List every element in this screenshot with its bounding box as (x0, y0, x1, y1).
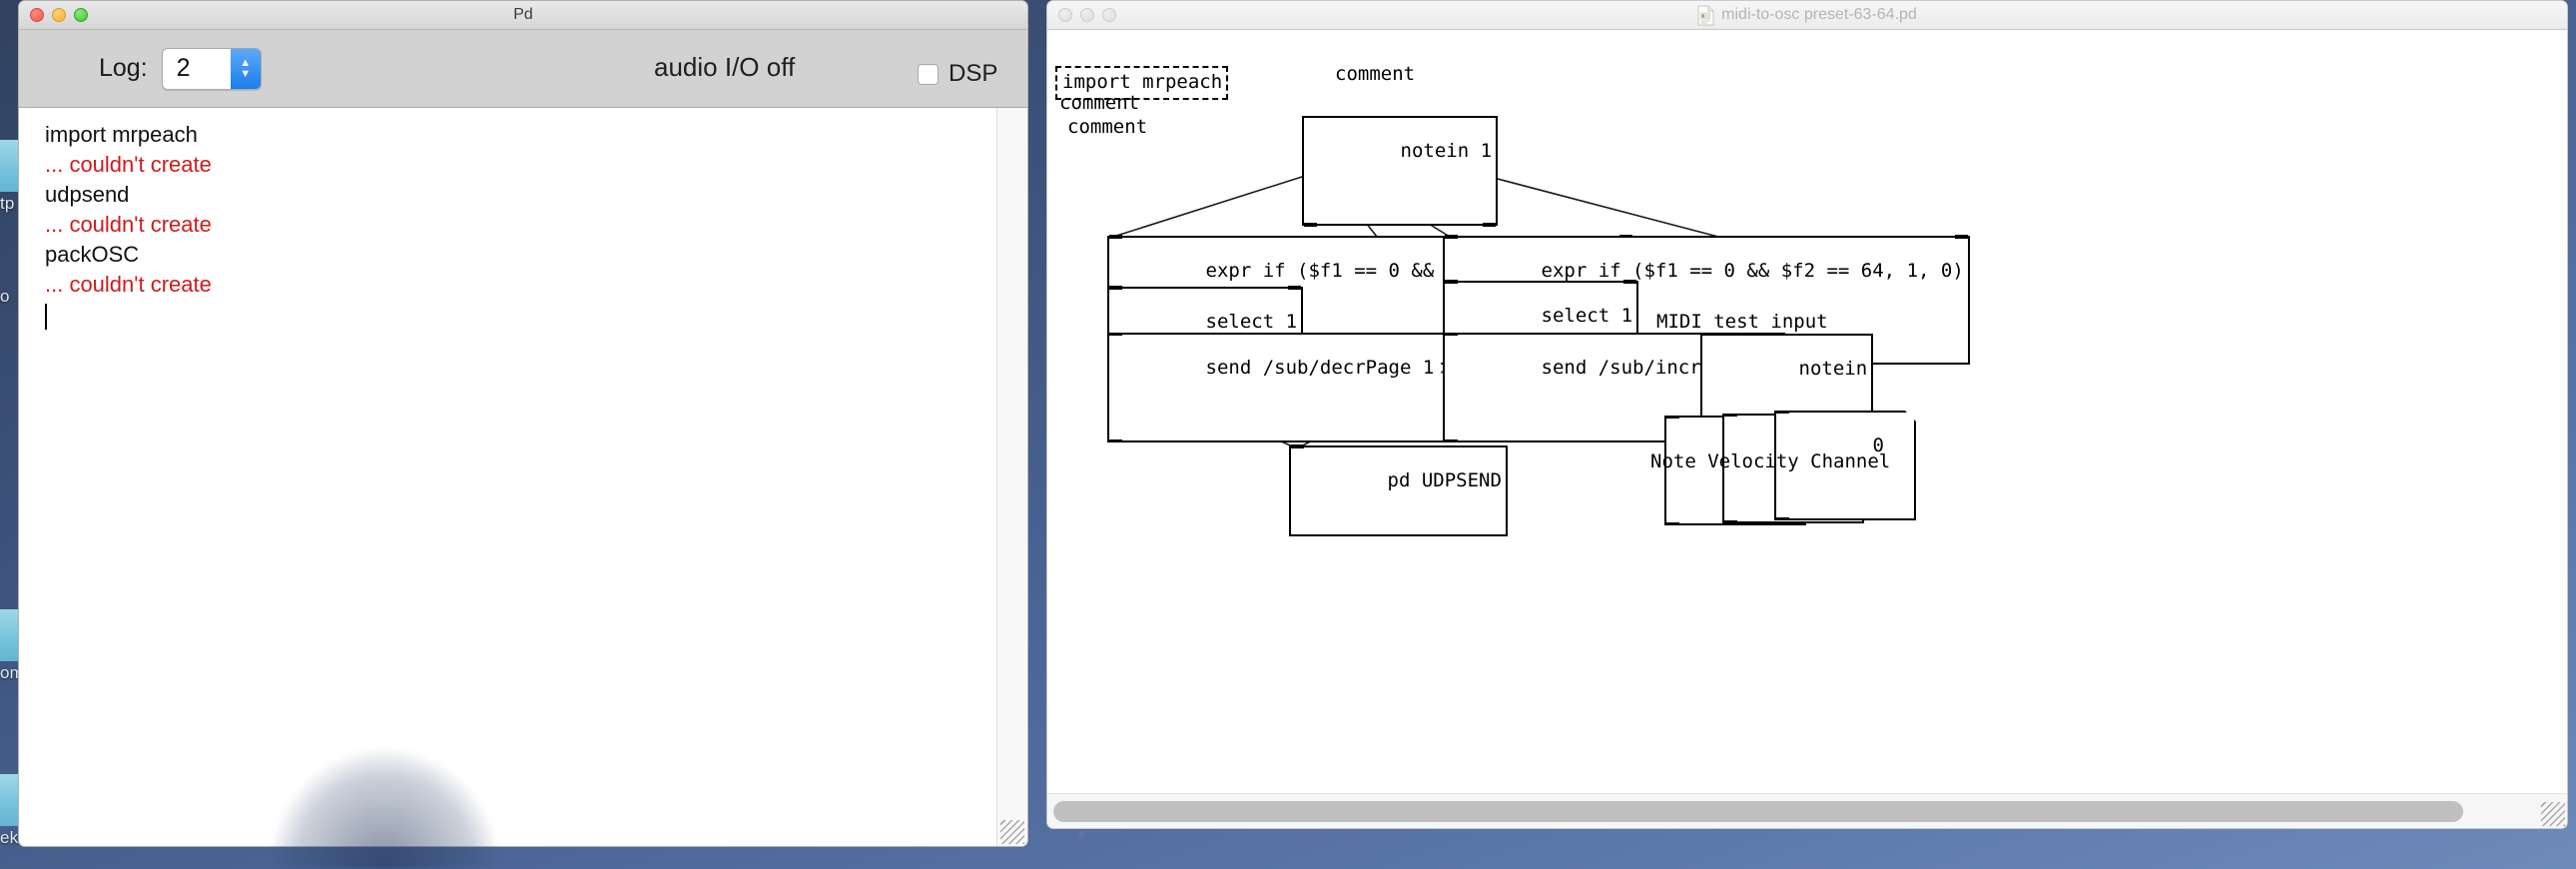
pd-message-send-decr-page[interactable]: send /sub/decrPage 1 (1107, 333, 1450, 442)
chevron-down-icon[interactable]: ▼ (240, 68, 251, 79)
inlet-nub[interactable] (1954, 235, 1968, 239)
inlet-nub[interactable] (1291, 444, 1304, 448)
pd-patch-canvas[interactable]: import mrpeach comment comment comment n… (1046, 30, 2568, 793)
chevron-up-icon[interactable]: ▲ (240, 57, 251, 68)
pd-console-body: import mrpeach ... couldn't create udpse… (18, 108, 1028, 847)
dsp-label: DSP (949, 60, 998, 87)
outlet-nub[interactable] (1109, 439, 1122, 443)
pd-patch-title: midi-to-osc preset-63-64.pd (1721, 6, 1917, 23)
inlet-nub[interactable] (1445, 280, 1458, 284)
pd-console-title: Pd (513, 6, 533, 23)
pd-message-label: send /sub/decrPage 1 (1205, 357, 1435, 379)
log-line-error: ... couldn't create (45, 212, 212, 237)
log-line: packOSC (45, 242, 140, 267)
pd-patch-window: midi-to-osc preset-63-64.pd import mrpea… (1046, 0, 2568, 829)
inlet-nub[interactable] (1109, 286, 1122, 290)
text-caret (45, 304, 47, 330)
audio-io-status: audio I/O off (654, 52, 796, 82)
patch-horizontal-scrollbar[interactable] (1046, 793, 2568, 829)
pd-console-log[interactable]: import mrpeach ... couldn't create udpse… (19, 108, 1027, 330)
dsp-checkbox[interactable] (918, 63, 939, 85)
desktop-icon-label: o (0, 287, 10, 306)
pd-object-notein-1[interactable]: notein 1 (1302, 116, 1499, 227)
resize-grip-icon[interactable] (2541, 802, 2565, 826)
zoom-button[interactable] (1102, 8, 1116, 22)
log-level-arrows[interactable]: ▲ ▼ (230, 48, 261, 89)
log-line: udpsend (45, 182, 130, 207)
pd-comment-third[interactable]: comment (1067, 118, 1147, 137)
inlet-nub[interactable] (1109, 235, 1122, 239)
pd-comment-top[interactable]: comment (1335, 65, 1415, 84)
zoom-button[interactable] (74, 8, 88, 22)
console-vertical-scrollbar[interactable] (996, 108, 1026, 846)
window-controls (30, 8, 88, 22)
pd-console-titlebar[interactable]: Pd (18, 0, 1028, 30)
desktop-background: tp o om ek Pd Log: 2 ▲ ▼ audio I/O off D… (0, 0, 2576, 869)
inlet-nub[interactable] (1288, 286, 1302, 290)
pd-console-window: Pd Log: 2 ▲ ▼ audio I/O off DSP import m… (18, 0, 1028, 847)
minimize-button[interactable] (1080, 8, 1094, 22)
pd-comment-second[interactable]: comment (1059, 94, 1139, 113)
log-level-value[interactable]: 2 (162, 48, 231, 89)
outlet-nub[interactable] (1445, 439, 1458, 443)
minimize-button[interactable] (52, 8, 66, 22)
resize-grip-icon[interactable] (1000, 820, 1024, 844)
inlet-nub[interactable] (1445, 235, 1458, 239)
pd-object-label: select 1 (1541, 305, 1633, 327)
outlet-nub[interactable] (1304, 223, 1317, 227)
desktop-icon-2[interactable]: o (0, 285, 10, 307)
log-line-error: ... couldn't create (45, 152, 212, 177)
pd-comment-midi-test-input[interactable]: MIDI test input (1656, 313, 1828, 332)
pd-object-label: expr if ($f1 == 0 && $f2 == 64, 1, 0) (1541, 260, 1964, 282)
outlet-nub[interactable] (1483, 223, 1497, 227)
inlet-nub[interactable] (1623, 280, 1637, 284)
log-level-label: Log: (99, 54, 148, 82)
pd-console-toolbar: Log: 2 ▲ ▼ audio I/O off DSP (18, 30, 1028, 108)
close-button[interactable] (1058, 8, 1072, 22)
log-level-stepper[interactable]: 2 ▲ ▼ (161, 47, 262, 90)
log-line: import mrpeach (45, 122, 198, 147)
pd-comment-number-legend[interactable]: Note Velocity Channel (1650, 452, 1890, 471)
pd-patch-titlebar[interactable]: midi-to-osc preset-63-64.pd (1046, 0, 2568, 30)
log-line-error: ... couldn't create (45, 272, 212, 297)
window-controls (1058, 8, 1116, 22)
pd-object-label: notein (1798, 358, 1868, 380)
pd-object-label: notein 1 (1400, 140, 1493, 162)
outlet-nub[interactable] (1666, 522, 1679, 526)
pd-document-icon (1697, 5, 1714, 26)
scrollbar-thumb[interactable] (1053, 801, 2463, 822)
pd-subpatch-udpsend[interactable]: pd UDPSEND (1289, 444, 1508, 536)
pd-object-label: pd UDPSEND (1387, 469, 1502, 491)
close-button[interactable] (30, 8, 44, 22)
pd-object-label: select 1 (1205, 311, 1298, 333)
dsp-toggle[interactable]: DSP (918, 60, 997, 88)
